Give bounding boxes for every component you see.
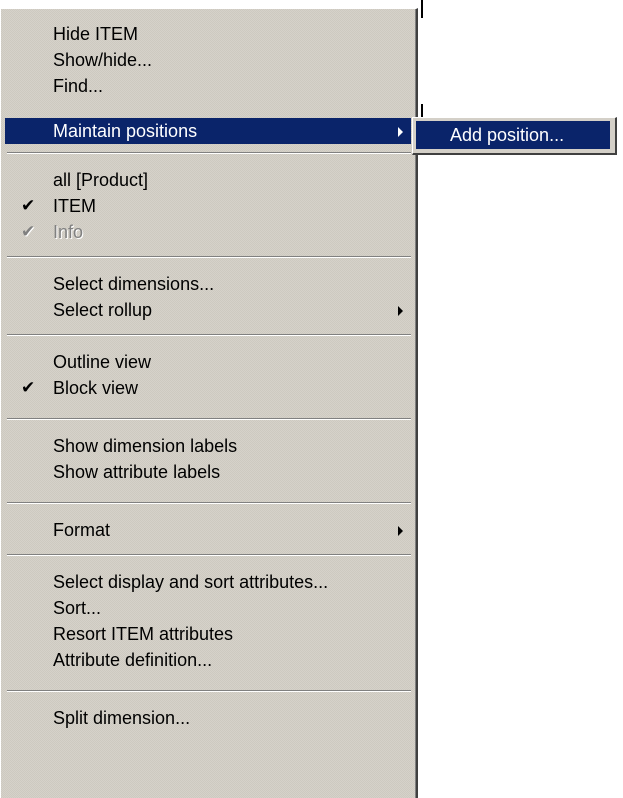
check-icon: ✔: [21, 222, 36, 241]
menu-item-label: Format: [53, 520, 111, 540]
menu-separator: [7, 418, 411, 420]
check-icon: ✔: [21, 196, 36, 215]
menu-item-label: Find...: [53, 76, 104, 96]
menu-item-label: Select rollup: [53, 300, 153, 320]
menu-separator: [7, 256, 411, 258]
submenu-arrow-icon: [398, 127, 403, 137]
context-menu: Hide ITEM Show/hide... Find... Maintain …: [0, 8, 418, 798]
menu-item-attribute-definition[interactable]: Attribute definition...: [5, 647, 411, 673]
menu-item-show-attribute-labels[interactable]: Show attribute labels: [5, 459, 411, 485]
submenu-arrow-icon: [398, 526, 403, 536]
menu-item-label: Info: [53, 222, 84, 242]
menu-item-select-display-sort-attributes[interactable]: Select display and sort attributes...: [5, 569, 411, 595]
submenu-maintain-positions: Add position...: [412, 117, 617, 155]
background-window-edge: [421, 0, 423, 18]
menu-item-outline-view[interactable]: Outline view: [5, 349, 411, 375]
menu-item-label: Hide ITEM: [53, 24, 139, 44]
menu-item-maintain-positions[interactable]: Maintain positions: [5, 118, 411, 144]
menu-item-format[interactable]: Format: [5, 517, 411, 543]
menu-separator: [7, 152, 411, 154]
menu-item-sort[interactable]: Sort...: [5, 595, 411, 621]
menu-item-label: Show/hide...: [53, 50, 153, 70]
menu-item-find[interactable]: Find...: [5, 73, 411, 99]
submenu-arrow-icon: [398, 306, 403, 316]
menu-item-split-dimension[interactable]: Split dimension...: [5, 705, 411, 731]
menu-item-label: Resort ITEM attributes: [53, 624, 234, 644]
menu-item-label: Split dimension...: [53, 708, 191, 728]
menu-item-resort-item-attributes[interactable]: Resort ITEM attributes: [5, 621, 411, 647]
menu-item-item[interactable]: ✔ ITEM: [5, 193, 411, 219]
menu-item-select-dimensions[interactable]: Select dimensions...: [5, 271, 411, 297]
menu-item-label: Attribute definition...: [53, 650, 213, 670]
menu-item-label: Sort...: [53, 598, 102, 618]
menu-item-hide-item[interactable]: Hide ITEM: [5, 21, 411, 47]
menu-separator: [7, 502, 411, 504]
menu-item-label: Show dimension labels: [53, 436, 238, 456]
menu-item-label: Outline view: [53, 352, 152, 372]
menu-separator: [7, 690, 411, 692]
menu-item-label: Maintain positions: [53, 121, 198, 141]
menu-separator: [7, 334, 411, 336]
menu-item-label: all [Product]: [53, 170, 149, 190]
menu-item-block-view[interactable]: ✔ Block view: [5, 375, 411, 401]
menu-item-info: ✔ Info: [5, 219, 411, 245]
menu-item-all-product[interactable]: all [Product]: [5, 167, 411, 193]
menu-item-show-dimension-labels[interactable]: Show dimension labels: [5, 433, 411, 459]
menu-item-label: ITEM: [53, 196, 96, 216]
menu-item-label: Show attribute labels: [53, 462, 221, 482]
menu-separator: [7, 554, 411, 556]
menu-item-show-hide[interactable]: Show/hide...: [5, 47, 411, 73]
menu-item-select-rollup[interactable]: Select rollup: [5, 297, 411, 323]
menu-item-label: Block view: [53, 378, 139, 398]
menu-item-label: Select display and sort attributes...: [53, 572, 329, 592]
submenu-item-label: Add position...: [450, 125, 565, 145]
check-icon: ✔: [21, 378, 36, 397]
submenu-item-add-position[interactable]: Add position...: [416, 121, 610, 149]
menu-item-label: Select dimensions...: [53, 274, 215, 294]
